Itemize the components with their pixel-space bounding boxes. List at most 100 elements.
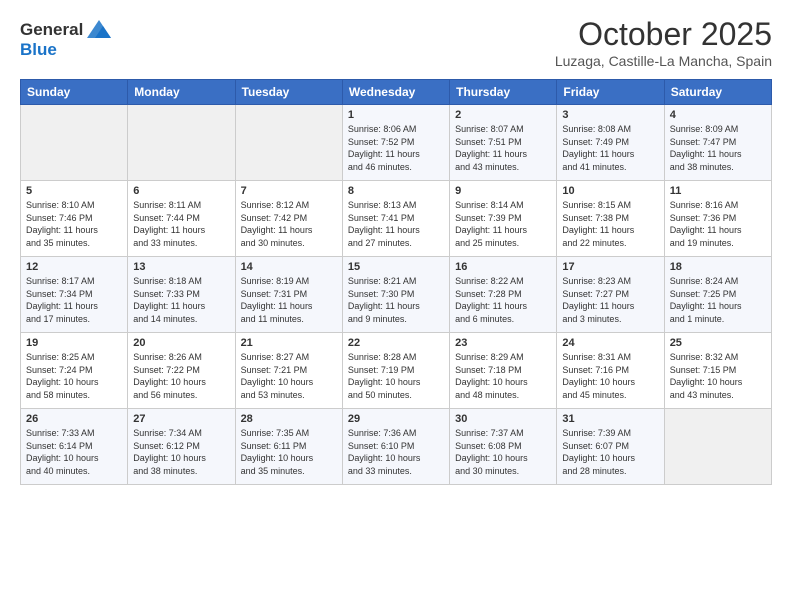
calendar-cell: 29Sunrise: 7:36 AM Sunset: 6:10 PM Dayli… [342,409,449,485]
calendar-cell: 25Sunrise: 8:32 AM Sunset: 7:15 PM Dayli… [664,333,771,409]
day-info: Sunrise: 8:19 AM Sunset: 7:31 PM Dayligh… [241,275,337,325]
day-number: 10 [562,185,658,197]
month-title: October 2025 [555,16,772,53]
day-info: Sunrise: 8:10 AM Sunset: 7:46 PM Dayligh… [26,199,122,249]
day-number: 5 [26,185,122,197]
day-info: Sunrise: 8:07 AM Sunset: 7:51 PM Dayligh… [455,123,551,173]
day-info: Sunrise: 8:13 AM Sunset: 7:41 PM Dayligh… [348,199,444,249]
day-info: Sunrise: 7:33 AM Sunset: 6:14 PM Dayligh… [26,427,122,477]
day-info: Sunrise: 8:21 AM Sunset: 7:30 PM Dayligh… [348,275,444,325]
title-block: October 2025 Luzaga, Castille-La Mancha,… [555,16,772,69]
day-info: Sunrise: 8:24 AM Sunset: 7:25 PM Dayligh… [670,275,766,325]
day-number: 20 [133,337,229,349]
calendar-cell [128,105,235,181]
day-info: Sunrise: 7:34 AM Sunset: 6:12 PM Dayligh… [133,427,229,477]
calendar-header: SundayMondayTuesdayWednesdayThursdayFrid… [21,80,772,105]
location: Luzaga, Castille-La Mancha, Spain [555,53,772,69]
day-info: Sunrise: 8:26 AM Sunset: 7:22 PM Dayligh… [133,351,229,401]
calendar-cell: 7 Sunrise: 8:12 AM Sunset: 7:42 PM Daylig… [235,181,342,257]
calendar-week-row: 5 Sunrise: 8:10 AM Sunset: 7:46 PM Daylig… [21,181,772,257]
calendar-cell: 15Sunrise: 8:21 AM Sunset: 7:30 PM Dayli… [342,257,449,333]
day-number: 4 [670,109,766,121]
day-info: Sunrise: 8:22 AM Sunset: 7:28 PM Dayligh… [455,275,551,325]
calendar-cell: 26 Sunrise: 7:33 AM Sunset: 6:14 PM Dayli… [21,409,128,485]
calendar-cell: 31 Sunrise: 7:39 AM Sunset: 6:07 PM Dayli… [557,409,664,485]
calendar-cell: 19Sunrise: 8:25 AM Sunset: 7:24 PM Dayli… [21,333,128,409]
calendar-body: 1Sunrise: 8:06 AM Sunset: 7:52 PM Daylig… [21,105,772,485]
calendar-cell: 6Sunrise: 8:11 AM Sunset: 7:44 PM Daylig… [128,181,235,257]
weekday-header-tuesday: Tuesday [235,80,342,105]
day-number: 3 [562,109,658,121]
day-number: 1 [348,109,444,121]
calendar-page: General Blue October 2025 Luzaga, Castil… [0,0,792,497]
logo-triangle-icon [85,16,113,44]
day-number: 11 [670,185,766,197]
calendar-cell: 9Sunrise: 8:14 AM Sunset: 7:39 PM Daylig… [450,181,557,257]
calendar-cell: 17Sunrise: 8:23 AM Sunset: 7:27 PM Dayli… [557,257,664,333]
day-number: 28 [241,413,337,425]
calendar-cell: 1Sunrise: 8:06 AM Sunset: 7:52 PM Daylig… [342,105,449,181]
calendar-cell: 24 Sunrise: 8:31 AM Sunset: 7:16 PM Dayli… [557,333,664,409]
day-number: 26 [26,413,122,425]
calendar-cell: 27Sunrise: 7:34 AM Sunset: 6:12 PM Dayli… [128,409,235,485]
day-info: Sunrise: 8:08 AM Sunset: 7:49 PM Dayligh… [562,123,658,173]
day-info: Sunrise: 8:28 AM Sunset: 7:19 PM Dayligh… [348,351,444,401]
calendar-cell: 16 Sunrise: 8:22 AM Sunset: 7:28 PM Dayli… [450,257,557,333]
day-info: Sunrise: 8:31 AM Sunset: 7:16 PM Dayligh… [562,351,658,401]
day-number: 14 [241,261,337,273]
day-number: 12 [26,261,122,273]
calendar-week-row: 12 Sunrise: 8:17 AM Sunset: 7:34 PM Dayli… [21,257,772,333]
day-info: Sunrise: 8:15 AM Sunset: 7:38 PM Dayligh… [562,199,658,249]
weekday-header-friday: Friday [557,80,664,105]
calendar-cell: 23Sunrise: 8:29 AM Sunset: 7:18 PM Dayli… [450,333,557,409]
day-number: 22 [348,337,444,349]
weekday-header-sunday: Sunday [21,80,128,105]
day-info: Sunrise: 8:16 AM Sunset: 7:36 PM Dayligh… [670,199,766,249]
day-info: Sunrise: 8:17 AM Sunset: 7:34 PM Dayligh… [26,275,122,325]
day-number: 23 [455,337,551,349]
day-info: Sunrise: 8:32 AM Sunset: 7:15 PM Dayligh… [670,351,766,401]
calendar-cell: 21Sunrise: 8:27 AM Sunset: 7:21 PM Dayli… [235,333,342,409]
day-info: Sunrise: 8:11 AM Sunset: 7:44 PM Dayligh… [133,199,229,249]
calendar-cell: 12 Sunrise: 8:17 AM Sunset: 7:34 PM Dayli… [21,257,128,333]
day-number: 16 [455,261,551,273]
logo-general-text: General [20,20,83,40]
day-number: 18 [670,261,766,273]
calendar-cell: 28 Sunrise: 7:35 AM Sunset: 6:11 PM Dayli… [235,409,342,485]
calendar-cell [235,105,342,181]
day-info: Sunrise: 8:09 AM Sunset: 7:47 PM Dayligh… [670,123,766,173]
calendar-cell: 13Sunrise: 8:18 AM Sunset: 7:33 PM Dayli… [128,257,235,333]
day-number: 13 [133,261,229,273]
calendar-week-row: 1Sunrise: 8:06 AM Sunset: 7:52 PM Daylig… [21,105,772,181]
calendar-cell: 2Sunrise: 8:07 AM Sunset: 7:51 PM Daylig… [450,105,557,181]
calendar-cell: 10 Sunrise: 8:15 AM Sunset: 7:38 PM Dayli… [557,181,664,257]
calendar-cell: 5 Sunrise: 8:10 AM Sunset: 7:46 PM Daylig… [21,181,128,257]
calendar-cell: 20 Sunrise: 8:26 AM Sunset: 7:22 PM Dayli… [128,333,235,409]
header: General Blue October 2025 Luzaga, Castil… [20,16,772,69]
weekday-header-saturday: Saturday [664,80,771,105]
day-number: 7 [241,185,337,197]
calendar-week-row: 26 Sunrise: 7:33 AM Sunset: 6:14 PM Dayli… [21,409,772,485]
day-number: 24 [562,337,658,349]
day-number: 8 [348,185,444,197]
weekday-header-row: SundayMondayTuesdayWednesdayThursdayFrid… [21,80,772,105]
calendar-table: SundayMondayTuesdayWednesdayThursdayFrid… [20,79,772,485]
day-info: Sunrise: 8:23 AM Sunset: 7:27 PM Dayligh… [562,275,658,325]
day-number: 31 [562,413,658,425]
calendar-cell [664,409,771,485]
calendar-cell: 4 Sunrise: 8:09 AM Sunset: 7:47 PM Daylig… [664,105,771,181]
day-info: Sunrise: 8:27 AM Sunset: 7:21 PM Dayligh… [241,351,337,401]
day-info: Sunrise: 7:35 AM Sunset: 6:11 PM Dayligh… [241,427,337,477]
day-info: Sunrise: 8:14 AM Sunset: 7:39 PM Dayligh… [455,199,551,249]
calendar-cell: 3 Sunrise: 8:08 AM Sunset: 7:49 PM Daylig… [557,105,664,181]
weekday-header-monday: Monday [128,80,235,105]
calendar-cell: 30Sunrise: 7:37 AM Sunset: 6:08 PM Dayli… [450,409,557,485]
logo: General Blue [20,16,113,60]
day-number: 29 [348,413,444,425]
calendar-week-row: 19Sunrise: 8:25 AM Sunset: 7:24 PM Dayli… [21,333,772,409]
weekday-header-thursday: Thursday [450,80,557,105]
day-info: Sunrise: 8:12 AM Sunset: 7:42 PM Dayligh… [241,199,337,249]
calendar-cell: 11 Sunrise: 8:16 AM Sunset: 7:36 PM Dayli… [664,181,771,257]
day-info: Sunrise: 7:39 AM Sunset: 6:07 PM Dayligh… [562,427,658,477]
day-number: 19 [26,337,122,349]
